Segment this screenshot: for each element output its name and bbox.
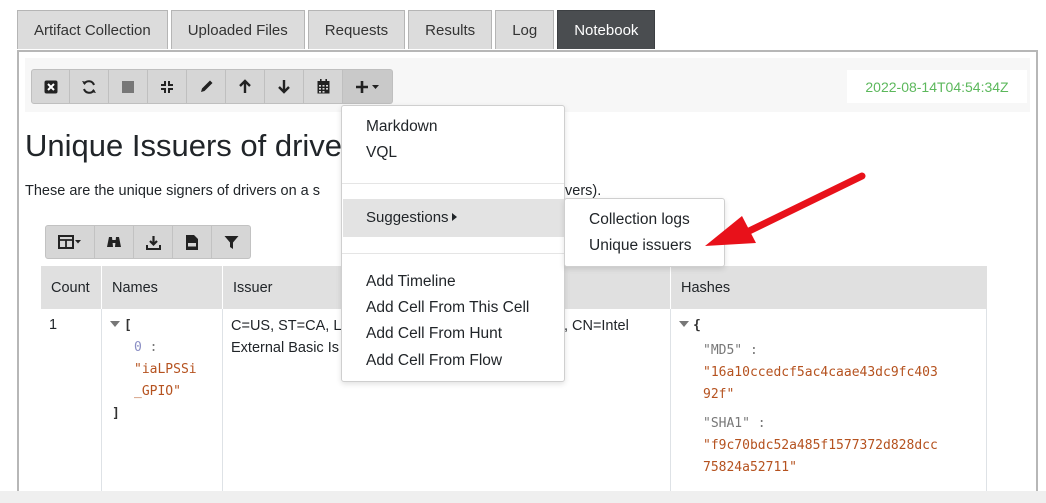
menu-item-suggestions[interactable]: Suggestions — [343, 199, 564, 237]
menu-item-vql[interactable]: VQL — [366, 144, 397, 162]
menu-divider — [342, 183, 564, 184]
column-selector-button[interactable] — [45, 225, 95, 259]
refresh-button[interactable] — [70, 69, 109, 104]
cell-heading: Unique Issuers of drivers — [25, 128, 343, 163]
count-cell: 1 — [41, 309, 102, 499]
pencil-icon — [200, 80, 212, 92]
menu-item-add-cell-from-this-cell[interactable]: Add Cell From This Cell — [366, 299, 529, 317]
add-cell-menu: Markdown VQL Suggestions Add Timeline Ad… — [341, 105, 565, 382]
compress-icon — [161, 80, 173, 93]
calendar-button[interactable] — [304, 69, 343, 104]
binoculars-icon — [107, 237, 121, 247]
close-icon — [44, 80, 57, 93]
suggestions-submenu: Collection logs Unique issuers — [564, 198, 725, 267]
export-csv-button[interactable] — [173, 225, 212, 259]
names-cell: [ 0 : "iaLPSSi _GPIO" ] — [102, 309, 223, 499]
table-toolbar — [45, 225, 251, 259]
tab-uploaded-files[interactable]: Uploaded Files — [170, 10, 305, 49]
arrow-down-icon — [278, 80, 290, 94]
download-button[interactable] — [134, 225, 173, 259]
menu-divider — [342, 253, 564, 254]
menu-item-add-cell-from-hunt[interactable]: Add Cell From Hunt — [366, 325, 502, 343]
stop-button[interactable] — [109, 69, 148, 104]
column-header-count[interactable]: Count — [41, 266, 102, 309]
collapse-caret-icon[interactable] — [679, 321, 689, 327]
calendar-icon — [317, 79, 329, 94]
column-header-names[interactable]: Names — [102, 266, 223, 309]
csv-icon — [186, 234, 198, 250]
menu-item-unique-issuers[interactable]: Unique issuers — [589, 237, 692, 255]
arrow-up-icon — [239, 79, 251, 93]
menu-item-collection-logs[interactable]: Collection logs — [589, 211, 690, 229]
caret-right-icon — [451, 213, 457, 221]
menu-item-add-cell-from-flow[interactable]: Add Cell From Flow — [366, 352, 502, 370]
move-down-button[interactable] — [265, 69, 304, 104]
tab-notebook[interactable]: Notebook — [557, 10, 656, 49]
filter-button[interactable] — [212, 225, 251, 259]
close-cell-button[interactable] — [31, 69, 70, 104]
collapse-caret-icon[interactable] — [110, 321, 120, 327]
columns-icon — [58, 235, 81, 249]
cell-paragraph-right: vers). — [565, 183, 602, 199]
tab-requests[interactable]: Requests — [307, 10, 406, 49]
tab-artifact-collection[interactable]: Artifact Collection — [17, 10, 168, 49]
tab-bar: Artifact Collection Uploaded Files Reque… — [17, 10, 656, 49]
download-icon — [145, 235, 161, 250]
footer-bar — [0, 491, 1046, 503]
edit-button[interactable] — [187, 69, 226, 104]
cell-timestamp: 2022-08-14T04:54:34Z — [847, 70, 1027, 103]
add-cell-dropdown-button[interactable] — [343, 69, 393, 104]
filter-icon — [224, 235, 238, 249]
column-header-hashes[interactable]: Hashes — [671, 266, 987, 309]
tab-log[interactable]: Log — [495, 10, 555, 49]
search-table-button[interactable] — [95, 225, 134, 259]
move-up-button[interactable] — [226, 69, 265, 104]
cell-toolbar — [31, 69, 393, 104]
tab-results[interactable]: Results — [408, 10, 493, 49]
refresh-icon — [82, 79, 96, 94]
stop-icon — [122, 80, 134, 93]
collapse-button[interactable] — [148, 69, 187, 104]
hashes-cell: { "MD5" : "16a10ccedcf5ac4caae43dc9fc403… — [671, 309, 987, 499]
menu-item-markdown[interactable]: Markdown — [366, 118, 438, 136]
menu-item-add-timeline[interactable]: Add Timeline — [366, 273, 456, 291]
plus-dropdown-icon — [355, 80, 379, 93]
cell-paragraph-left: These are the unique signers of drivers … — [25, 183, 320, 199]
